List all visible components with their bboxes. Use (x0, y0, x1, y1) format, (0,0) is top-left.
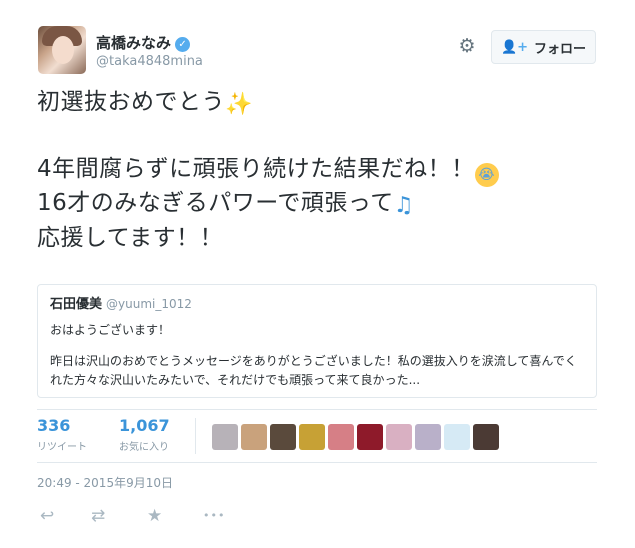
retweet-count-stat[interactable]: 336 リツイート (37, 416, 87, 453)
liker-avatar-5[interactable] (328, 424, 354, 450)
tweet-line-3-text: 16才のみなぎるパワーで頑張って (37, 190, 394, 216)
music-note-emoji-icon: ♫ (393, 193, 414, 218)
author-handle[interactable]: @taka4848mina (96, 54, 203, 69)
liker-avatar-4[interactable] (299, 424, 325, 450)
verified-badge-icon: ✓ (175, 37, 191, 52)
follow-button-label: フォロー (534, 41, 587, 57)
liker-avatar-6[interactable] (357, 424, 383, 450)
liker-avatar-2[interactable] (241, 424, 267, 450)
quoted-tweet-greeting: おはようございます！ (50, 323, 171, 337)
reply-icon[interactable]: ↩ (40, 506, 54, 526)
retweet-count-label: リツイート (37, 442, 87, 453)
stats-vertical-divider (195, 418, 196, 454)
quoted-tweet[interactable]: 石田優美 @yuumi_1012 おはようございます！ 昨日は沢山のおめでとうメッ… (37, 284, 597, 398)
gear-icon[interactable]: ⚙ (457, 36, 477, 56)
favorite-count-stat[interactable]: 1,067 お気に入り (119, 416, 170, 453)
tweet-line-4: 応援してます！！ (37, 225, 224, 251)
tweet-line-2-text: 4年間腐らずに頑張り続けた結果だね！！ (37, 156, 475, 182)
crying-face-emoji-icon: 😭 (474, 163, 499, 187)
author-display-name[interactable]: 高橋みなみ ✓ (96, 32, 191, 53)
retweet-icon[interactable]: ⇄ (91, 506, 105, 526)
favorite-count: 1,067 (119, 416, 170, 435)
quoted-tweet-header: 石田優美 @yuumi_1012 (50, 293, 584, 312)
liker-avatar-10[interactable] (473, 424, 499, 450)
tweet-line-1: 初選抜おめでとう✨ (37, 86, 607, 121)
author-name-text: 高橋みなみ (96, 34, 172, 52)
avatar-face-shape (52, 36, 74, 64)
stats-top-divider (37, 409, 597, 410)
tweet-line-3: 16才のみなぎるパワーで頑張って♫ (37, 187, 607, 222)
favoriters-avatar-list (212, 424, 502, 450)
stats-bottom-divider (37, 462, 597, 463)
tweet-text: 初選抜おめでとう✨ 4年間腐らずに頑張り続けた結果だね！！ 😭 16才のみなぎるパ… (37, 86, 607, 254)
liker-avatar-7[interactable] (386, 424, 412, 450)
quoted-author-handle[interactable]: @yuumi_1012 (106, 297, 192, 311)
liker-avatar-3[interactable] (270, 424, 296, 450)
author-avatar[interactable] (38, 26, 86, 74)
quoted-author-name[interactable]: 石田優美 (50, 297, 102, 312)
more-options-icon[interactable]: ••• (203, 506, 225, 526)
tweet-timestamp[interactable]: 20:49 - 2015年9月10日 (37, 474, 173, 491)
liker-avatar-1[interactable] (212, 424, 238, 450)
follow-button[interactable]: 👤+ フォロー (491, 30, 596, 64)
quoted-tweet-body: 昨日は沢山のおめでとうメッセージをありがとうございました！私の選抜入りを涙流して… (50, 354, 577, 387)
favorite-count-label: お気に入り (119, 442, 169, 453)
liker-avatar-8[interactable] (415, 424, 441, 450)
follow-user-icon: 👤+ (500, 39, 529, 55)
liker-avatar-9[interactable] (444, 424, 470, 450)
favorite-star-icon[interactable]: ★ (147, 506, 162, 526)
tweet-line-2: 4年間腐らずに頑張り続けた結果だね！！ 😭 (37, 153, 607, 187)
retweet-count: 336 (37, 416, 71, 435)
sparkles-emoji-icon: ✨ (225, 92, 253, 117)
tweet-line-1-text: 初選抜おめでとう (37, 89, 225, 115)
